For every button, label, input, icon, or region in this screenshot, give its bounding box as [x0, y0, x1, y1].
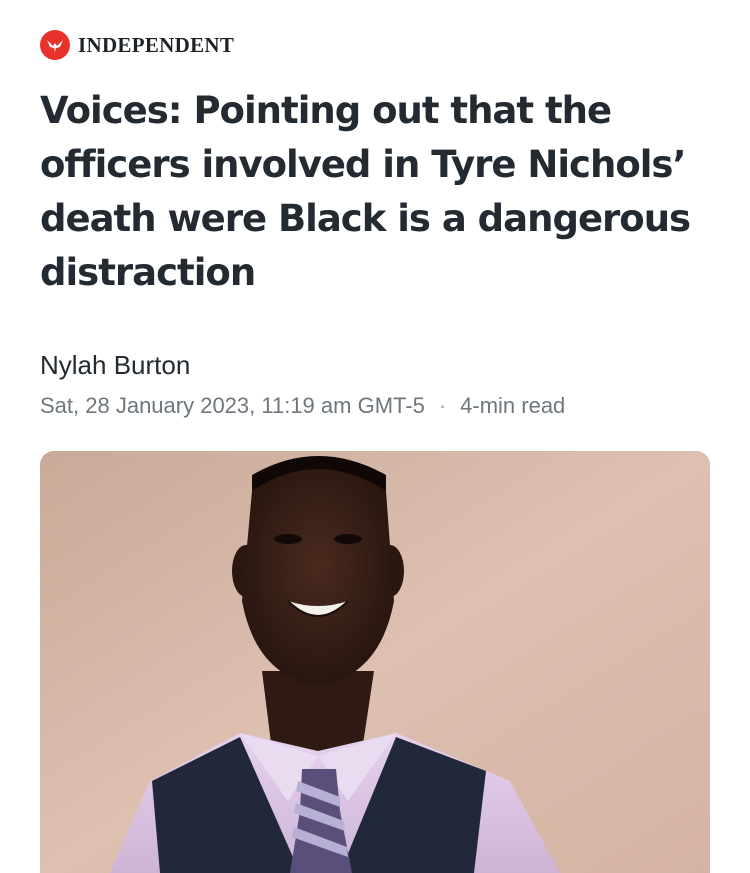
author-name[interactable]: Nylah Burton [40, 350, 190, 381]
hero-image[interactable] [40, 451, 710, 873]
publisher-name: INDEPENDENT [78, 32, 235, 57]
article-headline: Voices: Pointing out that the officers i… [40, 89, 691, 294]
portrait-photo [40, 451, 710, 873]
article-meta: Sat, 28 January 2023, 11:19 am GMT-5 · 4… [40, 393, 565, 419]
meta-separator: · [438, 393, 447, 418]
read-time: 4-min read [460, 393, 566, 418]
publisher-header[interactable]: INDEPENDENT [40, 30, 234, 60]
publish-date: Sat, 28 January 2023, 11:19 am GMT-5 [40, 393, 425, 418]
eagle-icon [40, 30, 70, 60]
